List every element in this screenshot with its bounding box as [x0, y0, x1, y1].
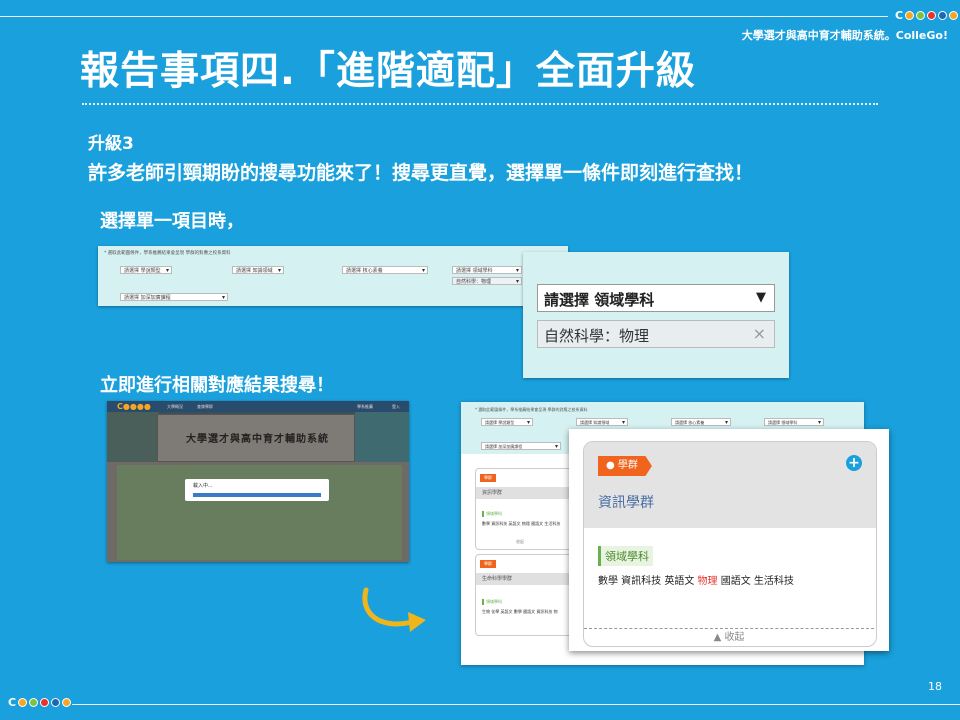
zoom-tag-label: 學群: [617, 460, 638, 471]
filter-note: * 選取此範圍條件，學系推薦結果會呈現 學群的對應之校系資料: [104, 251, 231, 256]
select-competency[interactable]: 請選擇 核心素養: [342, 266, 428, 275]
banner-art-right: [355, 412, 409, 462]
nav-item[interactable]: 查詢學群: [197, 404, 213, 410]
results-select[interactable]: 請選擇 領域學科: [764, 418, 824, 427]
results-select[interactable]: 請選擇 學說類型: [481, 418, 533, 427]
section1-heading: 選擇單一項目時，: [100, 211, 244, 232]
select-subject-area[interactable]: 請選擇 領域學科: [452, 266, 522, 275]
chevron-down-icon: ▼: [756, 290, 766, 305]
subjects-after: 國語文 生活科技: [717, 576, 794, 587]
select-advanced-course[interactable]: 請選擇 加深加廣課程: [120, 293, 228, 302]
logo-c: C: [895, 9, 904, 22]
results-select[interactable]: 請選擇 知識領域: [576, 418, 628, 427]
logo-dot: [916, 11, 926, 20]
loading-dialog: 載入中...: [185, 479, 329, 501]
card-area: 領域學科: [482, 511, 502, 517]
subject-chip: 自然科學：物理: [452, 277, 522, 286]
zoom-card-tag: ● 學群: [598, 456, 652, 476]
chevron-up-icon: ▲: [713, 632, 725, 643]
card-name: 資訊學群: [476, 487, 576, 499]
website-screenshot: C●●●● 大學概況 查詢學群 學系推薦 登入 大學選才與高中育才輔助系統 載入…: [107, 401, 409, 562]
result-card: 學群 資訊學群 領域學科 數學 資訊科技 英語文 物理 國語文 生活科技 收起: [475, 468, 577, 550]
upgrade-description: 許多老師引頸期盼的搜尋功能來了！搜尋更直覺，選擇單一條件即刻進行查找！: [88, 162, 754, 184]
site-banner-title: 大學選才與高中育才輔助系統: [186, 434, 329, 445]
card-toggle[interactable]: 收起: [516, 539, 524, 545]
zoom-subject-select[interactable]: 請選擇 領域學科 ▼: [537, 284, 775, 312]
collapse-label: 收起: [724, 632, 745, 643]
page-title: 報告事項四.「進階適配」全面升級: [80, 49, 696, 94]
logo-c: C: [8, 696, 17, 709]
logo-dot: [905, 11, 915, 20]
logo-dot: [40, 698, 50, 707]
results-filter-note: * 選取此範圍條件，學系推薦結果會呈現 學群的對應之校系資料: [475, 407, 588, 412]
logo-dot: [927, 11, 937, 20]
card-tag: 學群: [480, 474, 496, 482]
select-knowledge[interactable]: 請選擇 知識領域: [232, 266, 284, 275]
card-subjects: 生物 化學 英語文 數學 國語文 資訊科技 物: [482, 609, 558, 614]
nav-item[interactable]: 學系推薦: [357, 404, 373, 410]
logo-dot: [949, 11, 959, 20]
top-divider: [0, 16, 888, 17]
banner-art-left: [107, 412, 159, 462]
subject-highlight: 物理: [697, 576, 718, 587]
page-number: 18: [928, 680, 942, 693]
loading-progress-bar: [193, 493, 321, 497]
curved-arrow-icon: [362, 587, 426, 632]
plus-circle-icon[interactable]: +: [846, 455, 862, 471]
nav-item[interactable]: 登入: [392, 404, 400, 410]
title-underline: [82, 103, 878, 105]
section2-heading: 立即進行相關對應結果搜尋！: [100, 375, 334, 396]
close-icon[interactable]: ×: [753, 324, 766, 343]
zoom-card-area: 領域學科: [598, 546, 653, 566]
logo-dot: [62, 698, 72, 707]
zoom-chip-label: 自然科學：物理: [544, 327, 650, 345]
zoom-result-panel: ● 學群 + 資訊學群 領域學科 數學 資訊科技 英語文 物理 國語文 生活科技…: [569, 429, 889, 651]
card-tag: 學群: [480, 560, 496, 568]
banner-title-box: 大學選才與高中育才輔助系統: [157, 414, 355, 462]
site-logo: C●●●●: [117, 402, 151, 411]
result-card: 學群 生命科學學群 領域學科 生物 化學 英語文 數學 國語文 資訊科技 物: [475, 554, 577, 636]
footer-logo: C: [8, 696, 72, 709]
logo-dot: [938, 11, 948, 20]
card-area: 領域學科: [482, 599, 502, 605]
subjects-before: 數學 資訊科技 英語文: [598, 576, 698, 587]
tag-bullet-icon: ●: [606, 460, 618, 471]
zoom-card-name: 資訊學群: [598, 495, 654, 511]
nav-item[interactable]: 大學概況: [167, 404, 183, 410]
zoom-result-card: ● 學群 + 資訊學群 領域學科 數學 資訊科技 英語文 物理 國語文 生活科技…: [583, 441, 877, 647]
system-name: 大學選才與高中育才輔助系統。ColleGo!: [741, 29, 948, 42]
card-name: 生命科學學群: [476, 573, 576, 585]
logo-dot: [29, 698, 39, 707]
zoom-filter-panel: 請選擇 領域學科 ▼ 自然科學：物理 ×: [523, 252, 789, 378]
zoom-select-label: 請選擇 領域學科: [544, 291, 655, 309]
collapse-toggle[interactable]: ▲ 收起: [584, 628, 874, 646]
logo-dot: [18, 698, 28, 707]
select-type[interactable]: 請選擇 學說類型: [120, 266, 172, 275]
collego-logo: C: [895, 9, 959, 22]
upgrade-label: 升級3: [88, 134, 134, 154]
filter-panel-screenshot: * 選取此範圍條件，學系推薦結果會呈現 學群的對應之校系資料 請選擇 學說類型 …: [98, 246, 568, 306]
results-select[interactable]: 請選擇 核心素養: [671, 418, 731, 427]
zoom-card-subjects: 數學 資訊科技 英語文 物理 國語文 生活科技: [598, 572, 794, 587]
logo-dot: [51, 698, 61, 707]
zoom-subject-chip: 自然科學：物理 ×: [537, 320, 775, 348]
bottom-divider: [72, 704, 960, 705]
card-subjects: 數學 資訊科技 英語文 物理 國語文 生活科技: [482, 521, 561, 526]
card-header-strip: [584, 442, 876, 528]
loading-text: 載入中...: [193, 483, 213, 489]
site-banner: 大學選才與高中育才輔助系統: [107, 412, 409, 462]
site-navbar: C●●●● 大學概況 查詢學群 學系推薦 登入: [107, 401, 409, 412]
results-select[interactable]: 請選擇 加深加廣課程: [481, 442, 561, 451]
